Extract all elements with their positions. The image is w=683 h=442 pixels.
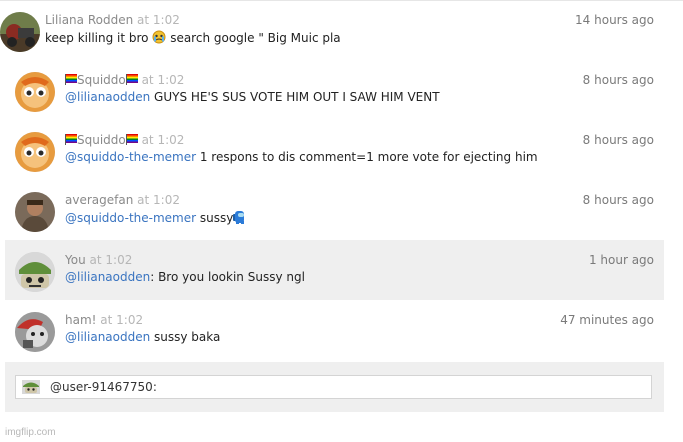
avatar-image bbox=[15, 72, 55, 112]
comment-item: averagefan at 1:02 8 hours ago @squiddo-… bbox=[5, 180, 664, 240]
rainbow-flag-icon bbox=[65, 74, 77, 88]
relative-time: 8 hours ago bbox=[582, 73, 654, 87]
comment-text: @squiddo-the-memer 1 respons to dis comm… bbox=[65, 150, 538, 164]
reply-input-value: @user-91467750: bbox=[50, 380, 157, 394]
avatar-image bbox=[15, 192, 55, 232]
crewmate-icon bbox=[233, 210, 245, 227]
avatar-image bbox=[15, 312, 55, 352]
avatar[interactable] bbox=[15, 252, 55, 292]
timestamp-link[interactable]: at 1:02 bbox=[137, 13, 180, 27]
reply-input[interactable]: @user-91467750: bbox=[15, 375, 652, 399]
comment-meta: ham! at 1:02 bbox=[65, 313, 143, 327]
comment-item: Squiddo at 1:02 8 hours ago @lilianaodde… bbox=[5, 60, 664, 120]
comment-text: @lilianaodden GUYS HE'S SUS VOTE HIM OUT… bbox=[65, 90, 440, 104]
comment-item: ham! at 1:02 47 minutes ago @lilianaodde… bbox=[5, 300, 664, 360]
comment-body: keep killing it bro bbox=[45, 31, 149, 45]
comment-meta: Squiddo at 1:02 bbox=[65, 133, 184, 148]
comment-body: sussy bbox=[196, 211, 234, 225]
avatar-image bbox=[15, 132, 55, 172]
avatar-image bbox=[15, 252, 55, 292]
username-link[interactable]: averagefan bbox=[65, 193, 133, 207]
avatar[interactable] bbox=[15, 72, 55, 112]
avatar[interactable] bbox=[15, 192, 55, 232]
comment-meta: Squiddo at 1:02 bbox=[65, 73, 184, 88]
comment-text: keep killing it bro search google " Big … bbox=[45, 30, 341, 47]
relative-time: 1 hour ago bbox=[588, 253, 654, 267]
avatar[interactable] bbox=[0, 12, 40, 52]
avatar bbox=[22, 380, 40, 394]
watermark: imgflip.com bbox=[5, 427, 56, 438]
username-link[interactable]: Liliana Rodden bbox=[45, 13, 133, 27]
relative-time: 8 hours ago bbox=[582, 133, 654, 147]
reply-compose-area: @user-91467750: bbox=[5, 362, 664, 412]
mention-link[interactable]: @lilianaodden bbox=[65, 90, 150, 104]
comment-text: @lilianaodden sussy baka bbox=[65, 330, 220, 344]
relative-time: 14 hours ago bbox=[575, 13, 654, 27]
comment-body: sussy baka bbox=[150, 330, 221, 344]
comment-item: Squiddo at 1:02 8 hours ago @squiddo-the… bbox=[5, 120, 664, 180]
timestamp-link[interactable]: at 1:02 bbox=[142, 133, 185, 147]
username-link[interactable]: Squiddo bbox=[77, 73, 126, 87]
relative-time: 47 minutes ago bbox=[560, 313, 654, 327]
comment-body: GUYS HE'S SUS VOTE HIM OUT I SAW HIM VEN… bbox=[150, 90, 440, 104]
username-link[interactable]: Squiddo bbox=[77, 133, 126, 147]
timestamp-link[interactable]: at 1:02 bbox=[90, 253, 133, 267]
username-link[interactable]: ham! bbox=[65, 313, 96, 327]
comment-meta: Liliana Rodden at 1:02 bbox=[45, 13, 180, 27]
timestamp-link[interactable]: at 1:02 bbox=[142, 73, 185, 87]
username-link[interactable]: You bbox=[65, 253, 86, 267]
comment-meta: You at 1:02 bbox=[65, 253, 132, 267]
crying-face-icon bbox=[152, 30, 166, 47]
comment-body-continued: search google " Big Muic pla bbox=[170, 31, 341, 45]
avatar-image bbox=[0, 12, 40, 52]
comment-item-own: You at 1:02 1 hour ago @lilianaodden: Br… bbox=[5, 240, 664, 300]
relative-time: 8 hours ago bbox=[582, 193, 654, 207]
rainbow-flag-icon bbox=[125, 134, 138, 148]
rainbow-flag-icon bbox=[125, 74, 138, 88]
mention-link[interactable]: @squiddo-the-memer bbox=[65, 150, 196, 164]
comment-text: @lilianaodden: Bro you lookin Sussy ngl bbox=[65, 270, 305, 284]
comment-body: 1 respons to dis comment=1 more vote for… bbox=[196, 150, 538, 164]
avatar[interactable] bbox=[15, 132, 55, 172]
comment-body: : Bro you lookin Sussy ngl bbox=[150, 270, 305, 284]
mention-link[interactable]: @lilianaodden bbox=[65, 270, 150, 284]
timestamp-link[interactable]: at 1:02 bbox=[137, 193, 180, 207]
comment-item: Liliana Rodden at 1:02 14 hours ago keep… bbox=[0, 0, 664, 60]
comment-meta: averagefan at 1:02 bbox=[65, 193, 180, 207]
comment-text: @squiddo-the-memer sussy bbox=[65, 210, 245, 227]
avatar[interactable] bbox=[15, 312, 55, 352]
mention-link[interactable]: @lilianaodden bbox=[65, 330, 150, 344]
rainbow-flag-icon bbox=[65, 134, 77, 148]
timestamp-link[interactable]: at 1:02 bbox=[100, 313, 143, 327]
mention-link[interactable]: @squiddo-the-memer bbox=[65, 211, 196, 225]
